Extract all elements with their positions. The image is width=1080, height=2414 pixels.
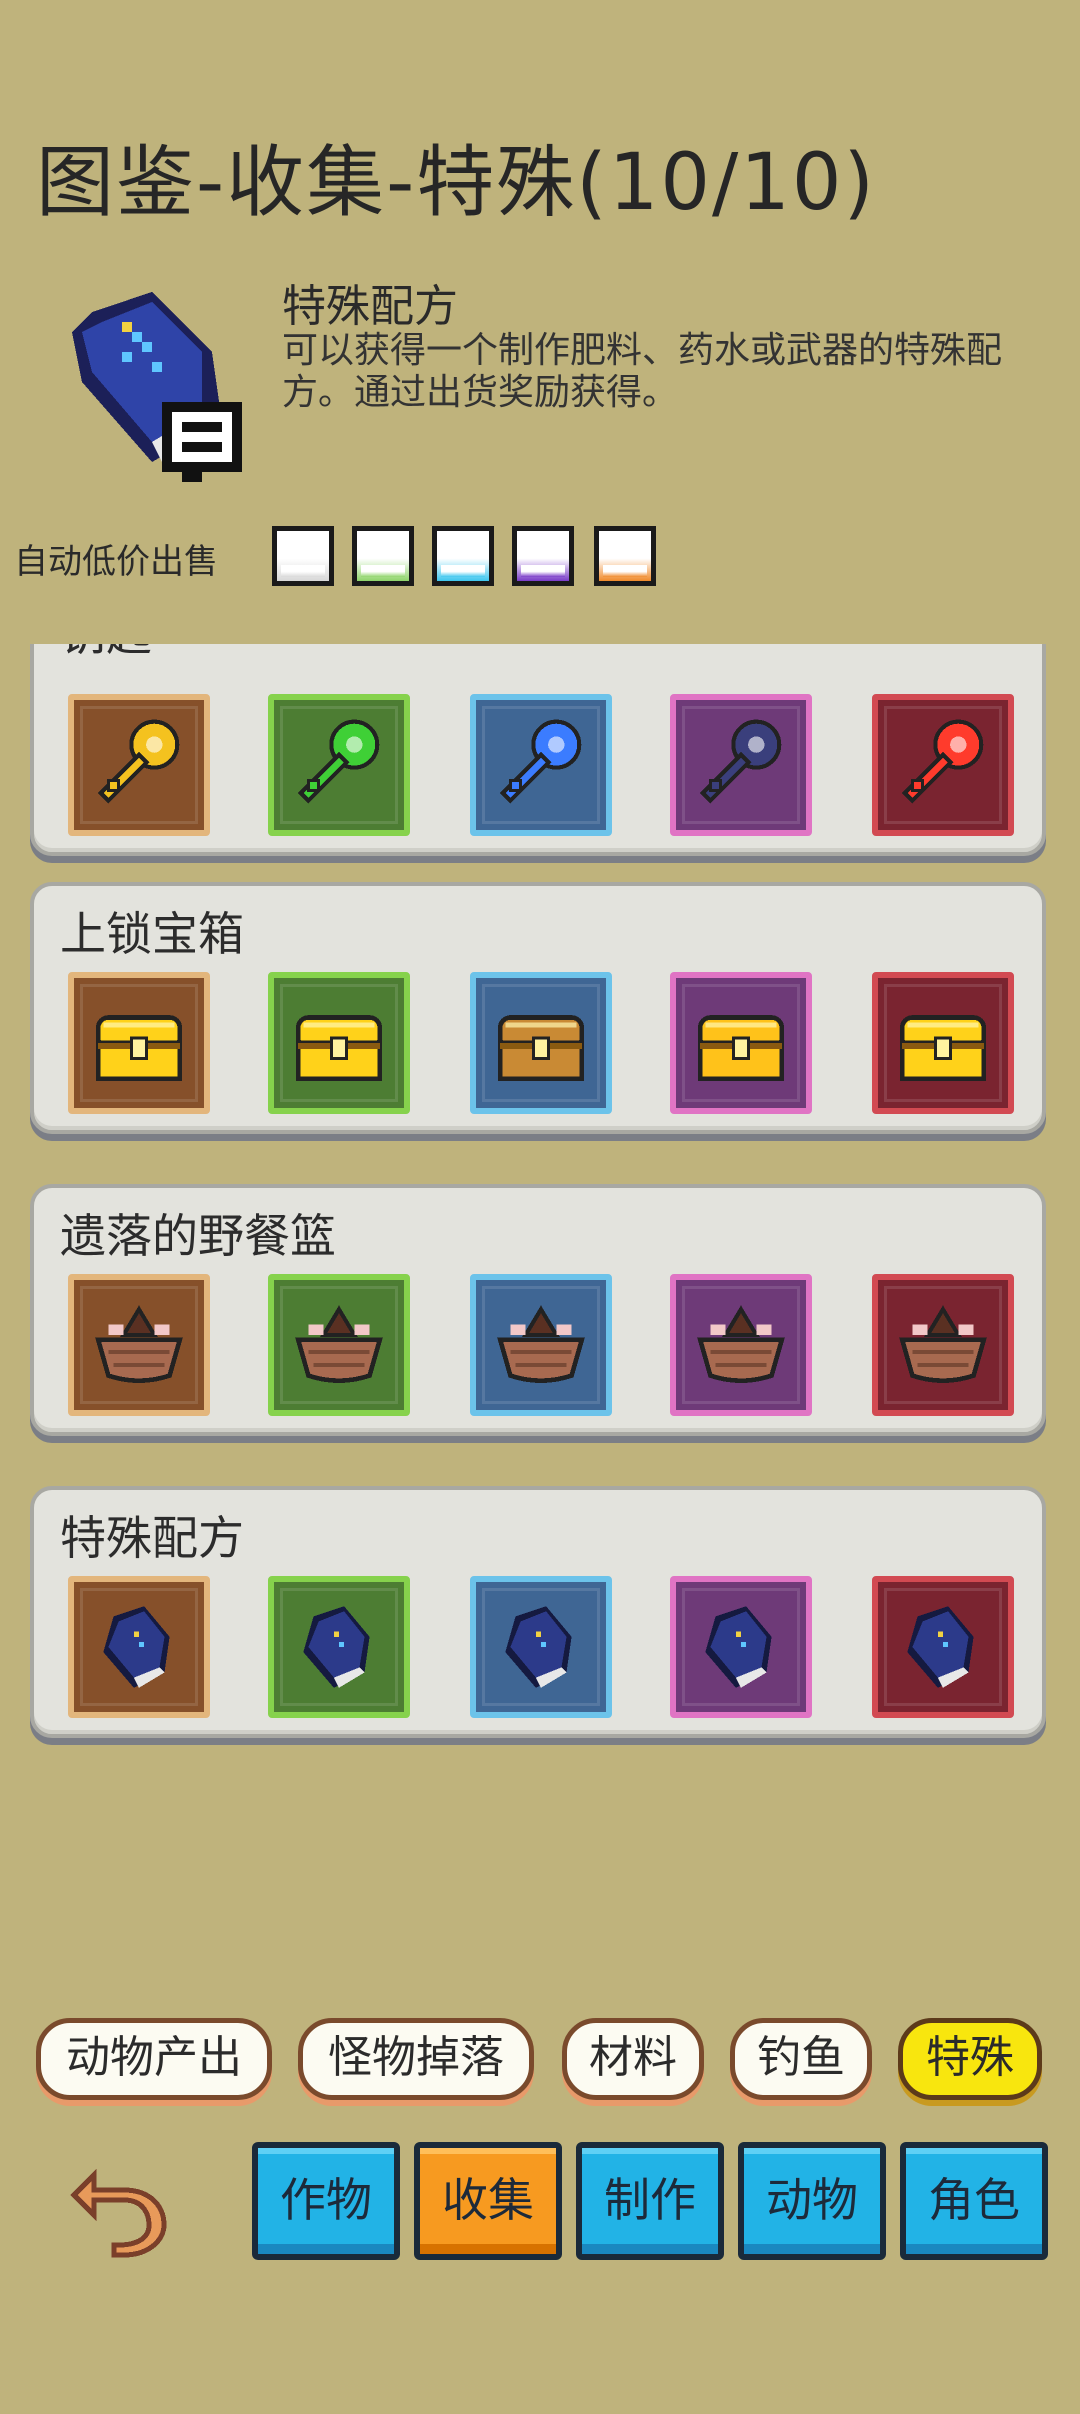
collection-panel-locked-chests: 上锁宝箱 <box>30 882 1046 1134</box>
back-arrow-icon[interactable] <box>64 2160 174 2260</box>
recipe-book-icon <box>907 1606 974 1688</box>
key-icon <box>297 719 380 804</box>
tab-collection[interactable]: 收集 <box>414 2142 562 2260</box>
recipe-book-icon <box>103 1606 170 1688</box>
collection-label: 上锁宝箱 <box>60 907 244 961</box>
key-icon <box>901 719 984 804</box>
collection-slot-red[interactable] <box>872 1274 1014 1416</box>
subtab-monster-drops[interactable]: 怪物掉落 <box>298 2018 534 2100</box>
recipe-book-icon <box>505 1606 572 1688</box>
collection-panel-picnic-baskets: 遗落的野餐篮 <box>30 1184 1046 1436</box>
key-icon <box>699 719 782 804</box>
collection-slot-brown[interactable] <box>68 1576 210 1718</box>
tab-characters[interactable]: 角色 <box>900 2142 1048 2260</box>
collection-slot-purple[interactable] <box>670 1274 812 1416</box>
collection-label: 遗落的野餐篮 <box>60 1209 336 1263</box>
collection-slot-green[interactable] <box>268 694 410 836</box>
collection-slot-green[interactable] <box>268 1576 410 1718</box>
collection-slot-green[interactable] <box>268 1274 410 1416</box>
picnic-basket-icon <box>497 1305 585 1383</box>
collection-slot-brown[interactable] <box>68 972 210 1114</box>
recipe-book-icon <box>303 1606 370 1688</box>
collection-slot-purple[interactable] <box>670 1576 812 1718</box>
treasure-chest-icon <box>295 1015 383 1081</box>
key-icon <box>97 719 180 804</box>
collection-slot-red[interactable] <box>872 972 1014 1114</box>
collection-slot-red[interactable] <box>872 1576 1014 1718</box>
auto-sell-orange-checkbox[interactable] <box>594 526 656 586</box>
treasure-chest-icon <box>899 1015 987 1081</box>
collection-label: 特殊配方 <box>60 1511 244 1565</box>
auto-sell-purple-checkbox[interactable] <box>512 526 574 586</box>
picnic-basket-icon <box>697 1305 785 1383</box>
picnic-basket-icon <box>899 1305 987 1383</box>
auto-sell-white-checkbox[interactable] <box>272 526 334 586</box>
collection-slot-green[interactable] <box>268 972 410 1114</box>
treasure-chest-icon <box>697 1015 785 1081</box>
selected-item-description: 可以获得一个制作肥料、药水或武器的特殊配方。通过出货奖励获得。 <box>282 330 1003 413</box>
collection-slot-brown[interactable] <box>68 1274 210 1416</box>
collection-slot-red[interactable] <box>872 694 1014 836</box>
picnic-basket-icon <box>95 1305 183 1383</box>
selected-item-name: 特殊配方 <box>282 281 458 332</box>
subtab-animal-produce[interactable]: 动物产出 <box>36 2018 272 2100</box>
collection-slot-brown[interactable] <box>68 694 210 836</box>
subtab-fishing[interactable]: 钓鱼 <box>730 2018 872 2100</box>
collection-label: 钥匙 <box>60 644 152 664</box>
page-title: 图鉴-收集-特殊(10/10) <box>36 138 876 228</box>
subtab-special[interactable]: 特殊 <box>898 2018 1042 2100</box>
treasure-chest-icon <box>95 1015 183 1081</box>
collection-slot-purple[interactable] <box>670 972 812 1114</box>
subtab-materials[interactable]: 材料 <box>562 2018 704 2100</box>
collection-slot-blue[interactable] <box>470 972 612 1114</box>
tab-crafting[interactable]: 制作 <box>576 2142 724 2260</box>
key-icon <box>499 719 582 804</box>
collection-panel-special-recipes: 特殊配方 <box>30 1486 1046 1738</box>
picnic-basket-icon <box>295 1305 383 1383</box>
recipe-book-icon <box>72 292 242 482</box>
tab-crops[interactable]: 作物 <box>252 2142 400 2260</box>
collection-list[interactable]: 钥匙 上锁宝箱 遗落的野餐篮 特殊配方 <box>0 644 1080 1774</box>
auto-sell-green-checkbox[interactable] <box>352 526 414 586</box>
collection-slot-purple[interactable] <box>670 694 812 836</box>
auto-sell-label: 自动低价出售 <box>14 542 218 582</box>
collection-panel-keys: 钥匙 <box>30 644 1046 856</box>
collection-slot-blue[interactable] <box>470 1576 612 1718</box>
auto-sell-blue-checkbox[interactable] <box>432 526 494 586</box>
recipe-book-icon <box>705 1606 772 1688</box>
treasure-chest-icon <box>497 1015 585 1081</box>
tab-animals[interactable]: 动物 <box>738 2142 886 2260</box>
collection-slot-blue[interactable] <box>470 1274 612 1416</box>
collection-slot-blue[interactable] <box>470 694 612 836</box>
